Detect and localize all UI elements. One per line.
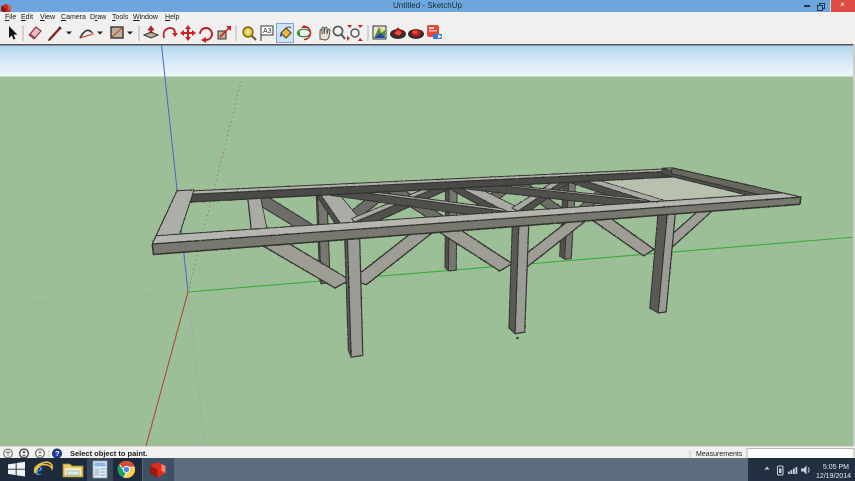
svg-text:A3: A3 bbox=[263, 28, 272, 35]
svg-text:Measurements: Measurements bbox=[696, 451, 743, 458]
svg-text:5:05 PM: 5:05 PM bbox=[823, 464, 849, 471]
svg-text:?: ? bbox=[55, 449, 60, 458]
svg-text:Select object to paint.: Select object to paint. bbox=[70, 449, 148, 458]
svg-text:12/19/2014: 12/19/2014 bbox=[816, 473, 851, 480]
